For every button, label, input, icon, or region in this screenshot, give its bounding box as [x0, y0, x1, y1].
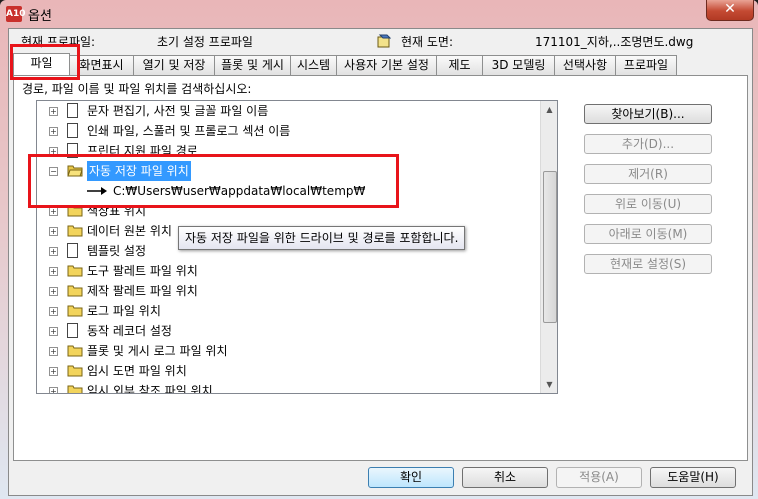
file-icon [67, 143, 78, 158]
tree-item-label: 자동 저장 파일 위치 [87, 161, 191, 181]
folder-icon [67, 385, 83, 393]
expand-icon[interactable]: + [49, 227, 58, 236]
dialog-client: 현재 프로파일: 초기 설정 프로파일 현재 도면: 171101_지하,..조… [8, 28, 753, 496]
expand-icon[interactable]: + [49, 247, 58, 256]
folder-icon [67, 285, 83, 297]
scrollbar-thumb[interactable] [543, 171, 557, 323]
autocad-app-icon: A10 [6, 6, 26, 22]
folder-icon [67, 345, 83, 357]
file-icon [67, 323, 78, 338]
current-drawing-label: 현재 도면: [401, 35, 454, 49]
move-down-button[interactable]: 아래로 이동(M) [584, 224, 712, 244]
tab-display[interactable]: 화면표시 [69, 55, 134, 75]
folder-icon [67, 265, 83, 277]
search-hint: 경로, 파일 이름 및 파일 위치를 검색하십시오: [22, 82, 252, 96]
ok-button[interactable]: 확인 [368, 467, 454, 488]
expand-icon[interactable]: + [49, 127, 58, 136]
tab-user-preferences[interactable]: 사용자 기본 설정 [336, 55, 437, 75]
tree-item-label: 임시 외부 참조 파일 위치 [87, 384, 213, 394]
set-current-button[interactable]: 현재로 설정(S) [584, 254, 712, 274]
expand-icon[interactable]: + [49, 327, 58, 336]
expand-icon[interactable]: + [49, 287, 58, 296]
tab-strip: 파일 화면표시 열기 및 저장 플롯 및 게시 시스템 사용자 기본 설정 제도… [13, 53, 748, 75]
tree-item-label: 동작 레코더 설정 [87, 324, 172, 338]
expand-icon[interactable]: + [49, 367, 58, 376]
close-button[interactable]: ✕ [706, 0, 754, 21]
remove-button[interactable]: 제거(R) [584, 164, 712, 184]
tree-item-label: 데이터 원본 위치 [87, 224, 172, 238]
drawing-icon [377, 34, 391, 48]
collapse-icon[interactable]: − [49, 167, 58, 176]
file-icon [67, 103, 78, 118]
tab-files[interactable]: 파일 [13, 53, 70, 75]
tree-item-label: 문자 편집기, 사전 및 글꼴 파일 이름 [87, 104, 269, 118]
tab-profiles[interactable]: 프로파일 [615, 55, 677, 75]
tree-item-label: 프린터 지원 파일 경로 [87, 144, 198, 158]
current-profile-label: 현재 프로파일: [21, 35, 96, 49]
arrow-icon [87, 187, 107, 195]
tree-item-label: 제작 팔레트 파일 위치 [87, 284, 198, 298]
tree-item-label: 로그 파일 위치 [87, 304, 161, 318]
folder-icon [67, 305, 83, 317]
add-button[interactable]: 추가(D)... [584, 134, 712, 154]
current-profile-value: 초기 설정 프로파일 [157, 35, 253, 49]
files-tab-panel: 경로, 파일 이름 및 파일 위치를 검색하십시오: + 문자 편집기, 사전 … [13, 75, 748, 461]
expand-icon[interactable]: + [49, 207, 58, 216]
file-icon [67, 243, 78, 258]
tab-drafting[interactable]: 제도 [436, 55, 483, 75]
file-icon [67, 123, 78, 138]
folder-icon [67, 205, 83, 217]
current-drawing-value: 171101_지하,..조명면도.dwg [535, 35, 694, 49]
tree-item-label: C:₩Users₩user₩appdata₩local₩temp₩ [113, 184, 366, 198]
expand-icon[interactable]: + [49, 147, 58, 156]
expand-icon[interactable]: + [49, 307, 58, 316]
tab-plot-publish[interactable]: 플롯 및 게시 [214, 55, 291, 75]
folder-icon [67, 365, 83, 377]
apply-button[interactable]: 적용(A) [556, 467, 642, 488]
tree-item-label: 색상표 위치 [87, 204, 147, 218]
tree-item-label: 도구 팔레트 파일 위치 [87, 264, 198, 278]
tree-item-label: 플롯 및 게시 로그 파일 위치 [87, 344, 228, 358]
folder-icon [67, 225, 83, 237]
expand-icon[interactable]: + [49, 107, 58, 116]
tree-scrollbar[interactable]: ▲ ▼ [540, 101, 557, 393]
tab-open-save[interactable]: 열기 및 저장 [133, 55, 215, 75]
options-window: A10 옵션 ✕ 현재 프로파일: 초기 설정 프로파일 현재 도면: 1711… [0, 0, 758, 499]
scroll-down-arrow-icon[interactable]: ▼ [541, 376, 557, 393]
title-bar[interactable]: A10 옵션 ✕ [0, 0, 758, 28]
tree-item-label: 템플릿 설정 [87, 244, 147, 258]
tree-item-label: 임시 도면 파일 위치 [87, 364, 187, 378]
tab-3d-modeling[interactable]: 3D 모델링 [482, 55, 555, 75]
move-up-button[interactable]: 위로 이동(U) [584, 194, 712, 214]
folder-open-icon [67, 165, 83, 177]
path-tooltip: 자동 저장 파일을 위한 드라이브 및 경로를 포함합니다. [178, 226, 466, 250]
tab-selection[interactable]: 선택사항 [554, 55, 616, 75]
cancel-button[interactable]: 취소 [462, 467, 548, 488]
browse-button[interactable]: 찾아보기(B)... [584, 104, 712, 124]
expand-icon[interactable]: + [49, 267, 58, 276]
tab-system[interactable]: 시스템 [290, 55, 337, 75]
scroll-up-arrow-icon[interactable]: ▲ [541, 101, 557, 118]
window-title: 옵션 [28, 9, 52, 24]
tree-item-label: 인쇄 파일, 스풀러 및 프롤로그 섹션 이름 [87, 124, 291, 138]
expand-icon[interactable]: + [49, 387, 58, 393]
help-button[interactable]: 도움말(H) [650, 467, 736, 488]
expand-icon[interactable]: + [49, 347, 58, 356]
